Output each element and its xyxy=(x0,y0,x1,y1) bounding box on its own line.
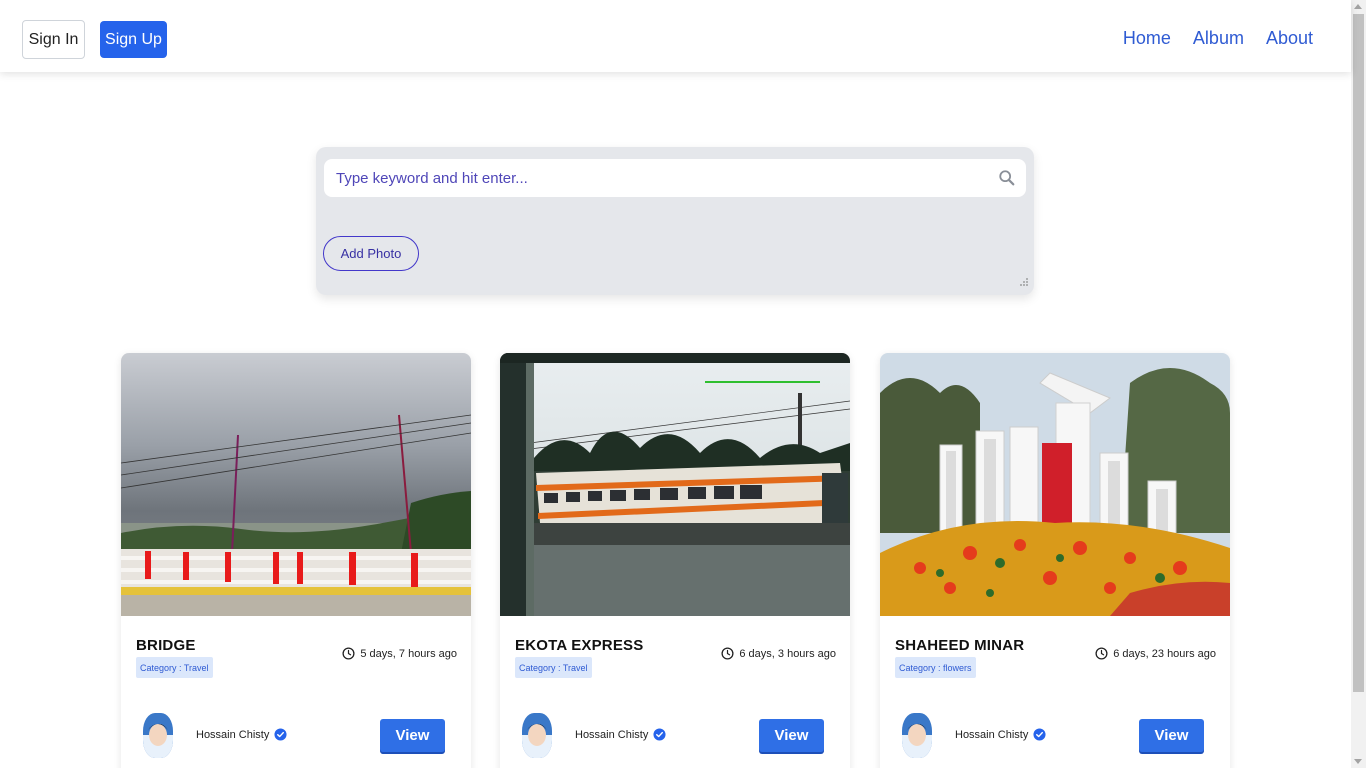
avatar[interactable] xyxy=(143,713,173,758)
view-button[interactable]: View xyxy=(759,719,824,752)
time-text: 5 days, 7 hours ago xyxy=(360,647,457,660)
scroll-thumb[interactable] xyxy=(1353,14,1364,692)
photo-bridge[interactable] xyxy=(121,353,471,616)
photo-shaheed-minar[interactable] xyxy=(880,353,1230,616)
clock-icon xyxy=(342,647,355,660)
card-timestamp: 5 days, 7 hours ago xyxy=(342,647,457,660)
author-text: Hossain Chisty xyxy=(955,728,1029,741)
verified-badge-icon xyxy=(1033,728,1046,741)
nav-links: Home Album About xyxy=(1123,28,1313,49)
author-text: Hossain Chisty xyxy=(196,728,270,741)
top-navbar: Sign In Sign Up Home Album About xyxy=(0,0,1351,72)
avatar[interactable] xyxy=(522,713,552,758)
sign-in-button[interactable]: Sign In xyxy=(22,20,85,59)
category-badge: Category : flowers xyxy=(895,657,976,678)
card-title: EKOTA EXPRESS xyxy=(515,637,644,654)
author-name[interactable]: Hossain Chisty xyxy=(575,728,666,741)
photo-card: SHAHEED MINAR Category : flowers 6 days,… xyxy=(880,353,1230,768)
search-panel: Add Photo xyxy=(316,147,1034,295)
resize-grip-icon[interactable] xyxy=(1019,277,1029,287)
author-text: Hossain Chisty xyxy=(575,728,649,741)
view-button[interactable]: View xyxy=(380,719,445,752)
view-button[interactable]: View xyxy=(1139,719,1204,752)
author-name[interactable]: Hossain Chisty xyxy=(196,728,287,741)
sign-up-button[interactable]: Sign Up xyxy=(100,21,167,58)
category-badge: Category : Travel xyxy=(515,657,592,678)
vertical-scrollbar[interactable] xyxy=(1351,0,1366,768)
scroll-down-arrow-icon[interactable] xyxy=(1354,759,1362,764)
clock-icon xyxy=(1095,647,1108,660)
time-text: 6 days, 23 hours ago xyxy=(1113,647,1216,660)
nav-link-about[interactable]: About xyxy=(1266,28,1313,49)
photo-card: BRIDGE Category : Travel 5 days, 7 hours… xyxy=(121,353,471,768)
nav-link-album[interactable]: Album xyxy=(1193,28,1244,49)
card-timestamp: 6 days, 23 hours ago xyxy=(1095,647,1216,660)
clock-icon xyxy=(721,647,734,660)
author-name[interactable]: Hossain Chisty xyxy=(955,728,1046,741)
nav-link-home[interactable]: Home xyxy=(1123,28,1171,49)
scroll-up-arrow-icon[interactable] xyxy=(1354,4,1362,9)
photo-card: EKOTA EXPRESS Category : Travel 6 days, … xyxy=(500,353,850,768)
search-icon[interactable] xyxy=(998,169,1016,187)
verified-badge-icon xyxy=(653,728,666,741)
search-box xyxy=(324,159,1026,197)
card-title: SHAHEED MINAR xyxy=(895,637,1025,654)
category-badge: Category : Travel xyxy=(136,657,213,678)
add-photo-button[interactable]: Add Photo xyxy=(323,236,419,271)
search-input[interactable] xyxy=(324,159,984,197)
card-timestamp: 6 days, 3 hours ago xyxy=(721,647,836,660)
verified-badge-icon xyxy=(274,728,287,741)
card-title: BRIDGE xyxy=(136,637,196,654)
time-text: 6 days, 3 hours ago xyxy=(739,647,836,660)
photo-ekota-express[interactable] xyxy=(500,353,850,616)
avatar[interactable] xyxy=(902,713,932,758)
